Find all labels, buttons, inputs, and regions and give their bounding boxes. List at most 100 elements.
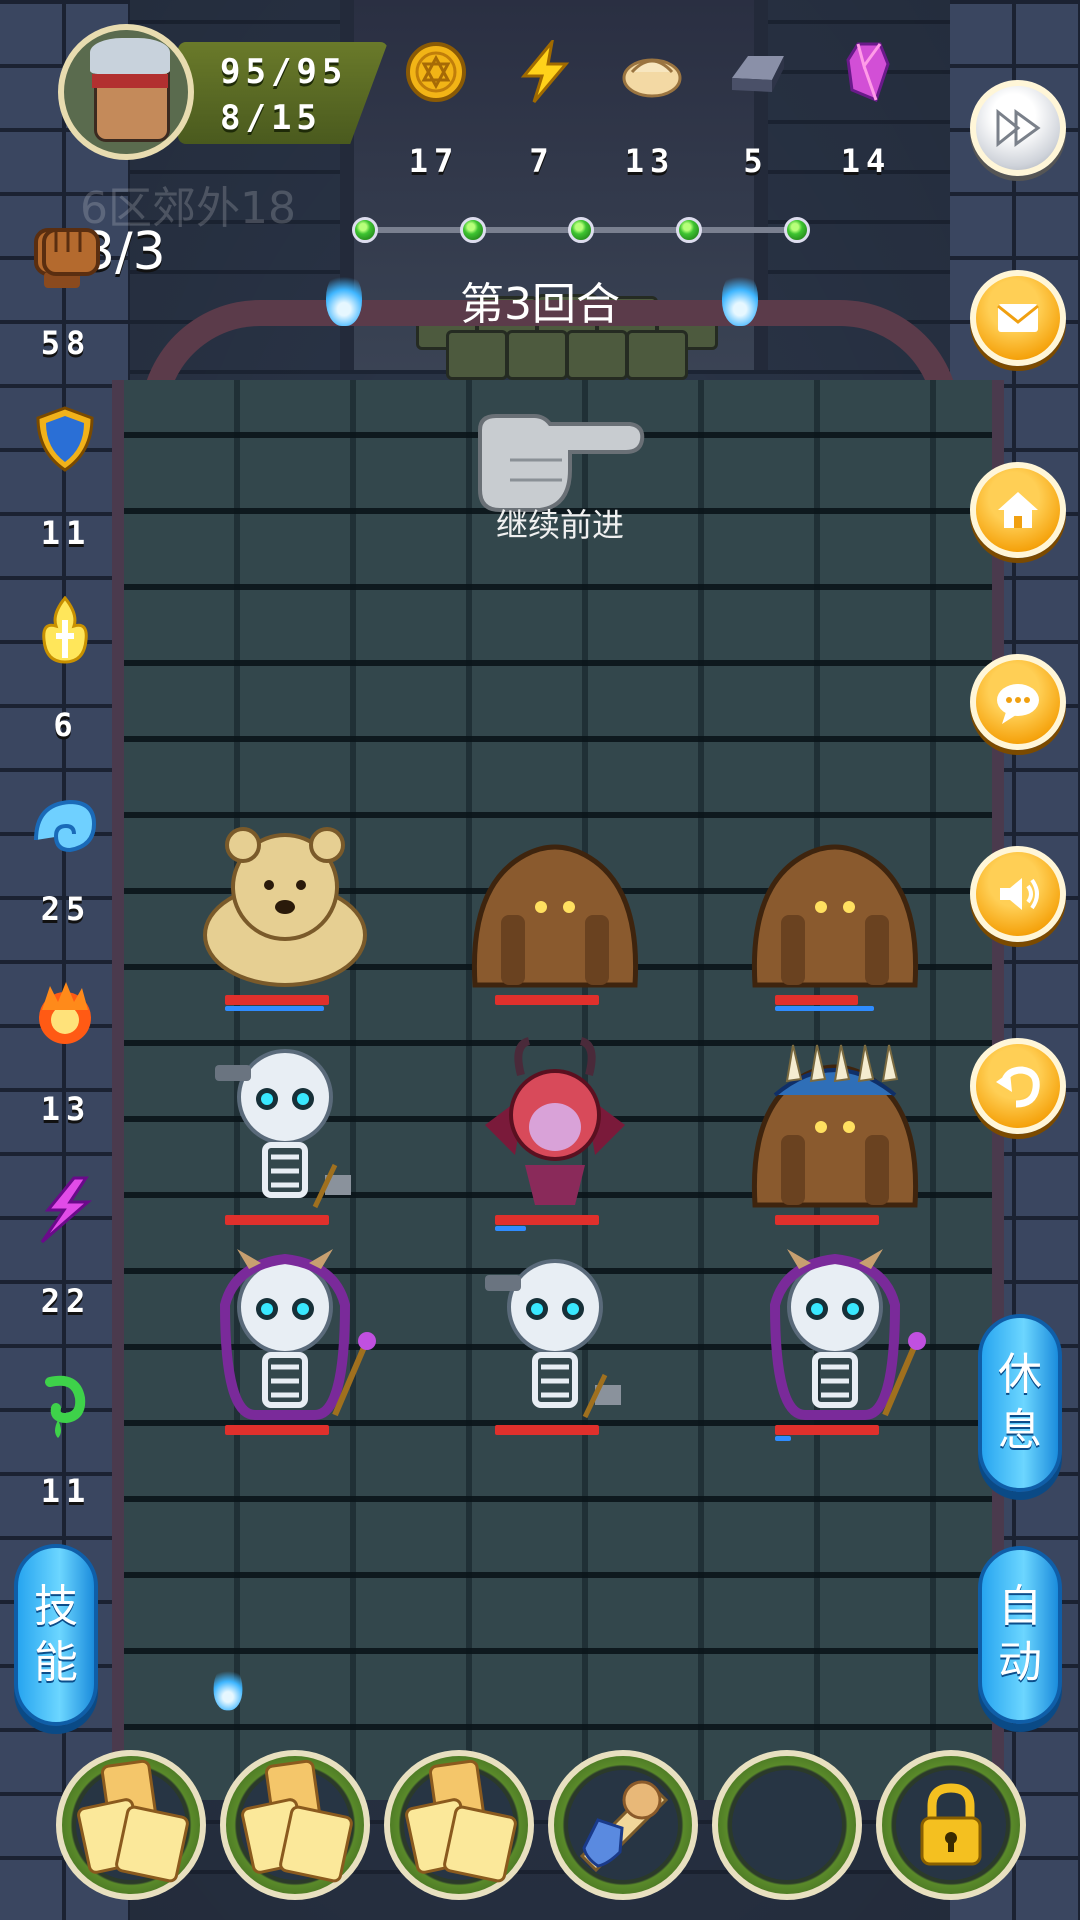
enemy-mp-bar	[775, 1006, 874, 1011]
stage-node	[460, 217, 486, 243]
skeleton-mage[interactable]	[735, 1245, 935, 1445]
undo-arrow-icon	[996, 1066, 1040, 1108]
skill-label-1: 技	[34, 1581, 78, 1632]
cracker-icon	[75, 1758, 191, 1884]
chat-button[interactable]	[970, 654, 1066, 750]
auto-label-2: 动	[998, 1637, 1042, 1688]
stat-poison-value: 11	[40, 1472, 92, 1510]
hero-hp: 95/95	[220, 52, 348, 92]
hero-panel[interactable]: 95/95 8/15	[58, 24, 388, 164]
auto-label-1: 自	[998, 1581, 1042, 1632]
sound-button[interactable]	[970, 846, 1066, 942]
holy-flame-icon	[42, 596, 88, 664]
round-label: 第3回合	[460, 279, 620, 330]
padlock-icon	[896, 1770, 1006, 1880]
empty-slot	[732, 1770, 842, 1880]
item-slot-cracker[interactable]	[56, 1750, 206, 1900]
purple-lightning-icon	[40, 1176, 93, 1244]
enemy-hp-bar	[225, 1215, 329, 1225]
speech-bubble-icon	[997, 684, 1039, 724]
mud-golem[interactable]	[455, 815, 655, 1015]
auto-button[interactable]: 自 动	[978, 1546, 1062, 1724]
item-slot-scroll[interactable]	[548, 1750, 698, 1900]
enemy-hp-bar	[775, 995, 858, 1005]
dumpling-count: 13	[624, 142, 676, 180]
fast-forward-icon	[996, 108, 1041, 148]
skill-label-2: 能	[34, 1637, 78, 1688]
item-slot-cracker[interactable]	[384, 1750, 534, 1900]
rest-label-2: 息	[998, 1405, 1042, 1456]
item-slot-cracker[interactable]	[220, 1750, 370, 1900]
hero-level-progress: 8/15	[220, 98, 322, 138]
lightning-energy-icon	[520, 40, 570, 103]
skeleton-mage[interactable]	[185, 1245, 385, 1445]
iron-ingot-icon	[732, 56, 784, 92]
gold-coin-icon	[406, 42, 466, 102]
enemy-mp-bar	[495, 1226, 526, 1231]
stat-attack-value: 58	[40, 324, 92, 362]
crystal-count: 14	[840, 142, 892, 180]
resource-gold: 17	[384, 30, 484, 180]
rest-label-1: 休	[998, 1349, 1042, 1400]
skeleton-warrior[interactable]	[185, 1035, 385, 1235]
house-icon	[998, 492, 1038, 528]
enemy-mp-bar	[225, 1006, 324, 1011]
stage-node	[352, 217, 378, 243]
mud-golem[interactable]	[735, 815, 935, 1015]
mail-button[interactable]	[970, 270, 1066, 366]
cracker-icon	[403, 1758, 519, 1884]
enemy-hp-bar	[225, 1425, 329, 1435]
enemy-hp-bar	[775, 1425, 879, 1435]
demon-girl[interactable]	[455, 1035, 655, 1235]
enemy-hp-bar	[495, 995, 599, 1005]
hero-headband-icon	[92, 74, 168, 88]
home-button[interactable]	[970, 462, 1066, 558]
enemy-hp-bar	[495, 1215, 599, 1225]
blue-torch-flame-icon	[326, 270, 362, 326]
blue-torch-flame-icon	[722, 270, 758, 326]
spiked-golem[interactable]	[735, 1035, 935, 1235]
enemy-hp-bar	[225, 995, 329, 1005]
stat-holy-value: 6	[53, 706, 79, 744]
fast-forward-button[interactable]	[970, 80, 1066, 176]
skill-button[interactable]: 技 能	[14, 1544, 98, 1726]
stat-lightning-value: 22	[40, 1282, 92, 1320]
fist-icon	[42, 228, 100, 276]
gold-count: 17	[408, 142, 460, 180]
resource-iron: 5	[706, 30, 806, 180]
enemy-hp-bar	[775, 1215, 879, 1225]
shield-icon	[36, 406, 94, 472]
stat-fire-value: 13	[40, 1090, 92, 1128]
poison-drop-icon	[45, 1375, 86, 1438]
hero-stat-plate: 95/95 8/15	[178, 42, 388, 144]
stage-node	[568, 217, 594, 243]
item-slot-empty[interactable]	[712, 1750, 862, 1900]
stat-defense-value: 11	[40, 514, 92, 552]
enemy-hp-bar	[495, 1425, 599, 1435]
rose-shield-scroll-icon	[568, 1770, 678, 1880]
undo-button[interactable]	[970, 1038, 1066, 1134]
enemy-mp-bar	[775, 1436, 791, 1441]
crystal-icon	[846, 42, 890, 103]
skeleton-warrior[interactable]	[455, 1245, 655, 1445]
hero-avatar[interactable]	[58, 24, 194, 160]
continue-forward-label[interactable]: 继续前进	[420, 500, 700, 546]
rest-button[interactable]: 休 息	[978, 1314, 1062, 1492]
blue-torch-flame-icon	[213, 1665, 243, 1711]
stat-water-value: 25	[40, 890, 92, 928]
stage-node	[676, 217, 702, 243]
bear-monster[interactable]	[185, 815, 385, 1015]
resource-dumpling: 13	[600, 30, 700, 180]
energy-count: 7	[529, 142, 555, 180]
resource-crystal: 14	[816, 30, 916, 180]
game-screen: 95/95 8/15 6区郊外18 17 7 13 5 14 第3回合 继续前进…	[0, 0, 1080, 1920]
item-slot-locked[interactable]	[876, 1750, 1026, 1900]
stage-node	[784, 217, 810, 243]
wave-icon	[34, 799, 97, 853]
speaker-icon	[1000, 878, 1039, 910]
dumpling-icon	[622, 58, 682, 98]
resource-energy: 7	[492, 30, 592, 180]
cracker-icon	[239, 1758, 355, 1884]
iron-count: 5	[743, 142, 769, 180]
envelope-icon	[997, 304, 1039, 332]
